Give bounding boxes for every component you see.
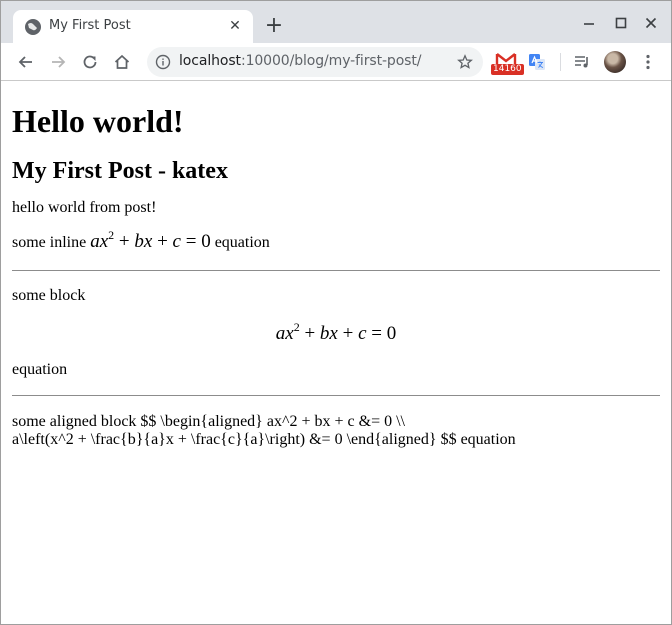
- info-icon[interactable]: [155, 54, 171, 70]
- forward-arrow-icon[interactable]: [48, 52, 68, 72]
- media-control-icon[interactable]: [573, 53, 591, 71]
- block-equation: ax2 + bx + c = 0: [275, 320, 397, 344]
- bookmark-star-icon[interactable]: [457, 54, 473, 70]
- block-suffix-text: equation: [12, 361, 68, 378]
- browser-window: My First Post ✕ + localhost:10000/blog/m…: [0, 0, 672, 625]
- close-window-icon[interactable]: [641, 13, 661, 33]
- page-content: Hello world! My First Post - katex hello…: [1, 82, 671, 624]
- inline-equation-paragraph: some inline ax2 + bx + c = 0 equation: [12, 228, 660, 252]
- divider: [12, 395, 660, 396]
- more-menu-icon[interactable]: [641, 53, 655, 71]
- aligned-block-paragraph: some aligned block $$ \begin{aligned} ax…: [12, 413, 660, 449]
- address-bar[interactable]: localhost:10000/blog/my-first-post/: [147, 47, 483, 77]
- url-path: :10000/blog/my-first-post/: [240, 53, 422, 69]
- globe-icon: [25, 19, 41, 35]
- new-tab-button[interactable]: +: [263, 15, 285, 37]
- url-text[interactable]: localhost:10000/blog/my-first-post/: [179, 53, 421, 69]
- inline-prefix-text: some inline: [12, 234, 87, 251]
- inline-equation: ax2 + bx + c = 0: [90, 228, 211, 252]
- minimize-icon[interactable]: [579, 13, 599, 33]
- block-label-text: some block: [12, 287, 86, 304]
- page-heading: Hello world!: [12, 103, 184, 139]
- url-host: localhost: [179, 53, 241, 69]
- aligned-line-1: some aligned block $$ \begin{aligned} ax…: [12, 413, 405, 430]
- toolbar-separator: [560, 53, 561, 71]
- post-paragraph: hello world from post!: [12, 199, 157, 216]
- reload-icon[interactable]: [80, 52, 100, 72]
- gmail-extension-icon[interactable]: 14160: [491, 52, 524, 76]
- aligned-line-2: a\left(x^2 + \frac{b}{a}x + \frac{c}{a}\…: [12, 431, 516, 448]
- divider: [12, 270, 660, 271]
- inline-suffix-text: equation: [214, 234, 270, 251]
- post-title: My First Post - katex: [12, 158, 228, 184]
- tab-my-first-post[interactable]: My First Post ✕: [13, 10, 253, 43]
- home-icon[interactable]: [112, 52, 132, 72]
- back-arrow-icon[interactable]: [16, 52, 36, 72]
- tab-close-icon[interactable]: ✕: [227, 18, 243, 34]
- tab-strip: My First Post ✕ +: [1, 1, 671, 43]
- translate-extension-icon[interactable]: [528, 53, 546, 71]
- profile-avatar[interactable]: [604, 51, 626, 73]
- gmail-unread-badge: 14160: [491, 64, 524, 75]
- browser-toolbar: localhost:10000/blog/my-first-post/ 1416…: [1, 43, 671, 81]
- tab-title: My First Post: [49, 18, 131, 33]
- maximize-icon[interactable]: [611, 13, 631, 33]
